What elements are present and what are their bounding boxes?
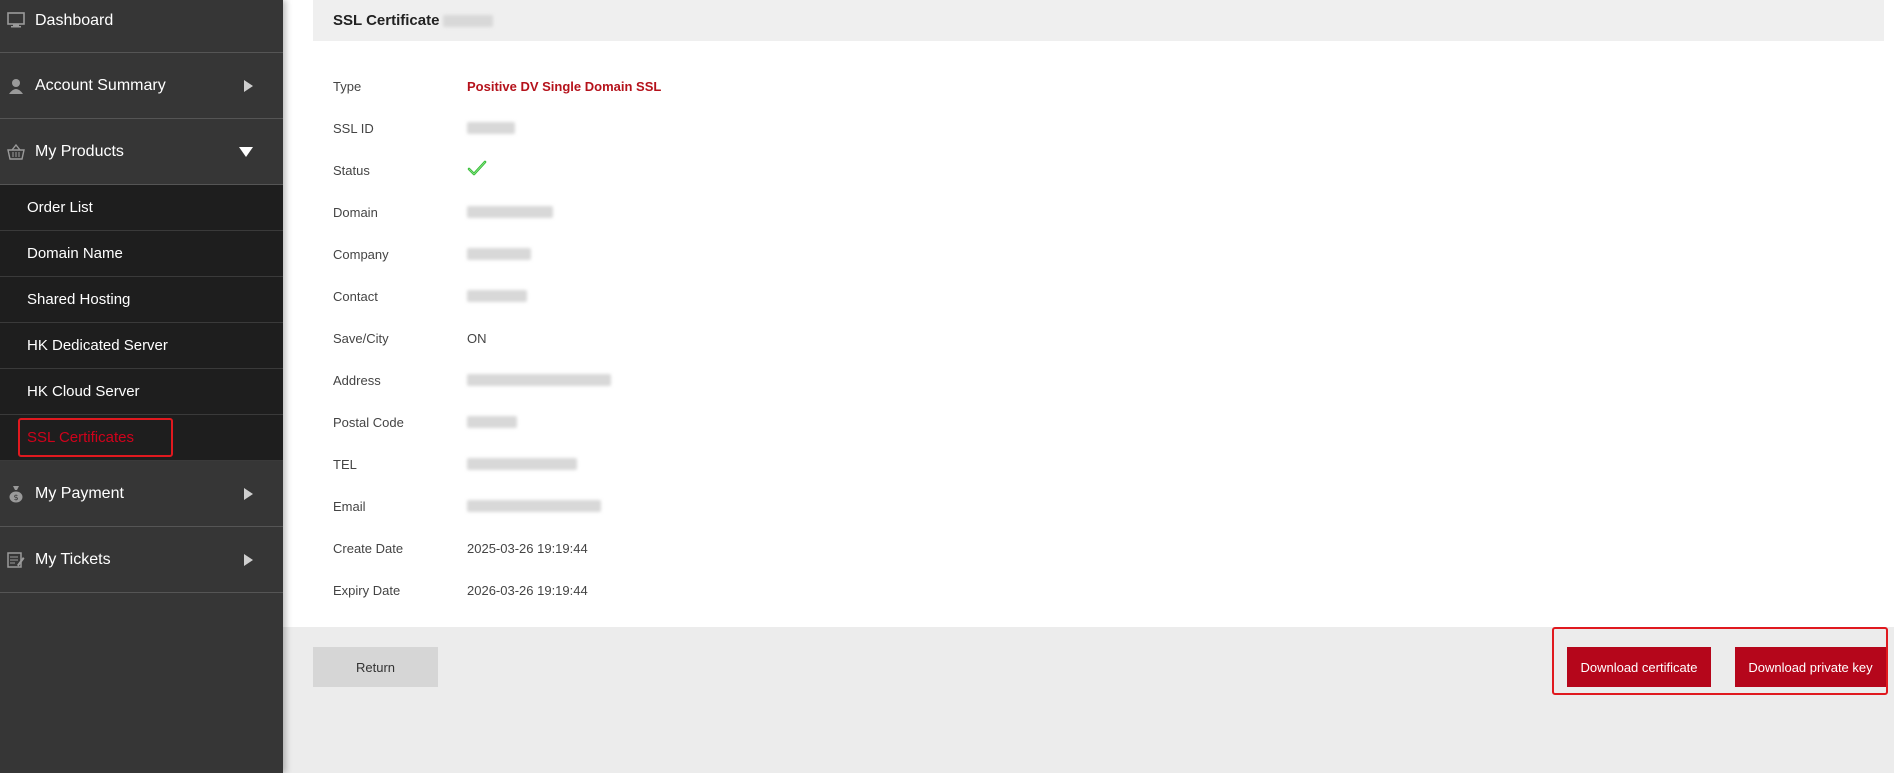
submenu-domain-name[interactable]: Domain Name (0, 231, 283, 277)
detail-row-domain: Domain (333, 191, 661, 233)
chevron-right-icon (244, 79, 253, 92)
chevron-right-icon (244, 553, 253, 566)
chevron-right-icon (244, 487, 253, 500)
monitor-icon (6, 10, 26, 30)
submenu-ssl-certificates[interactable]: SSL Certificates (0, 415, 283, 461)
check-icon (467, 160, 487, 181)
submenu-shared-hosting[interactable]: Shared Hosting (0, 277, 283, 323)
user-icon (6, 76, 26, 96)
detail-row-save-city: Save/City ON (333, 317, 661, 359)
detail-row-address: Address (333, 359, 661, 401)
redacted-value (467, 290, 527, 302)
redacted-value (467, 416, 517, 428)
detail-row-create-date: Create Date 2025-03-26 19:19:44 (333, 527, 661, 569)
nav-account-summary-label: Account Summary (35, 76, 166, 94)
submenu-hk-cloud-server[interactable]: HK Cloud Server (0, 369, 283, 415)
download-private-key-button[interactable]: Download private key (1735, 647, 1886, 687)
panel-header: SSL Certificate (313, 0, 1884, 41)
detail-label: Postal Code (333, 414, 404, 430)
detail-value-save-city: ON (467, 330, 487, 346)
detail-label: Save/City (333, 330, 389, 346)
detail-label: Email (333, 498, 366, 514)
detail-row-type: Type Positive DV Single Domain SSL (333, 65, 661, 107)
detail-label: SSL ID (333, 120, 374, 136)
nav-dashboard[interactable]: Dashboard (0, 0, 283, 53)
detail-row-status: Status (333, 149, 661, 191)
svg-text:$: $ (13, 493, 18, 502)
detail-row-postal-code: Postal Code (333, 401, 661, 443)
detail-label: Contact (333, 288, 378, 304)
redacted-value (443, 14, 494, 27)
detail-label: Address (333, 372, 381, 388)
certificate-panel: SSL Certificate Type Positive DV Single … (283, 0, 1894, 627)
main-content: SSL Certificate Type Positive DV Single … (283, 0, 1894, 773)
redacted-value (467, 500, 601, 512)
detail-label: TEL (333, 456, 357, 472)
detail-row-contact: Contact (333, 275, 661, 317)
return-button[interactable]: Return (313, 647, 438, 687)
products-submenu: Order List Domain Name Shared Hosting HK… (0, 185, 283, 461)
page-title: SSL Certificate (333, 12, 440, 29)
detail-row-tel: TEL (333, 443, 661, 485)
ticket-edit-icon (6, 550, 26, 570)
nav-my-products[interactable]: My Products (0, 119, 283, 185)
redacted-value (467, 458, 577, 470)
money-bag-icon: $ (6, 484, 26, 504)
detail-row-expiry-date: Expiry Date 2026-03-26 19:19:44 (333, 569, 661, 611)
nav-my-products-label: My Products (35, 142, 124, 160)
chevron-down-icon (239, 146, 253, 157)
detail-label: Status (333, 162, 370, 178)
detail-label: Type (333, 78, 362, 94)
submenu-order-list[interactable]: Order List (0, 185, 283, 231)
detail-row-company: Company (333, 233, 661, 275)
detail-row-ssl-id: SSL ID (333, 107, 661, 149)
certificate-details: Type Positive DV Single Domain SSL SSL I… (333, 65, 661, 611)
nav-my-tickets-label: My Tickets (35, 550, 111, 568)
detail-label: Company (333, 246, 389, 262)
action-bar: Return Download certificate Download pri… (283, 627, 1894, 773)
nav-my-payment-label: My Payment (35, 484, 124, 502)
redacted-value (467, 374, 611, 386)
detail-value-type: Positive DV Single Domain SSL (467, 78, 662, 94)
detail-label: Expiry Date (333, 582, 401, 598)
download-certificate-button[interactable]: Download certificate (1567, 647, 1711, 687)
highlight-box (18, 418, 173, 457)
sidebar: Dashboard Account Summary My Products Or… (0, 0, 283, 773)
nav-dashboard-label: Dashboard (35, 12, 114, 29)
detail-value-expiry-date: 2026-03-26 19:19:44 (467, 582, 588, 598)
detail-value-create-date: 2025-03-26 19:19:44 (467, 540, 588, 556)
nav-my-payment[interactable]: $ My Payment (0, 461, 283, 527)
redacted-value (467, 248, 531, 260)
detail-row-email: Email (333, 485, 661, 527)
redacted-value (467, 122, 515, 134)
detail-label: Create Date (333, 540, 404, 556)
redacted-value (467, 206, 553, 218)
nav-my-tickets[interactable]: My Tickets (0, 527, 283, 593)
basket-icon (6, 142, 26, 162)
nav-account-summary[interactable]: Account Summary (0, 53, 283, 119)
detail-label: Domain (333, 204, 378, 220)
submenu-hk-dedicated-server[interactable]: HK Dedicated Server (0, 323, 283, 369)
